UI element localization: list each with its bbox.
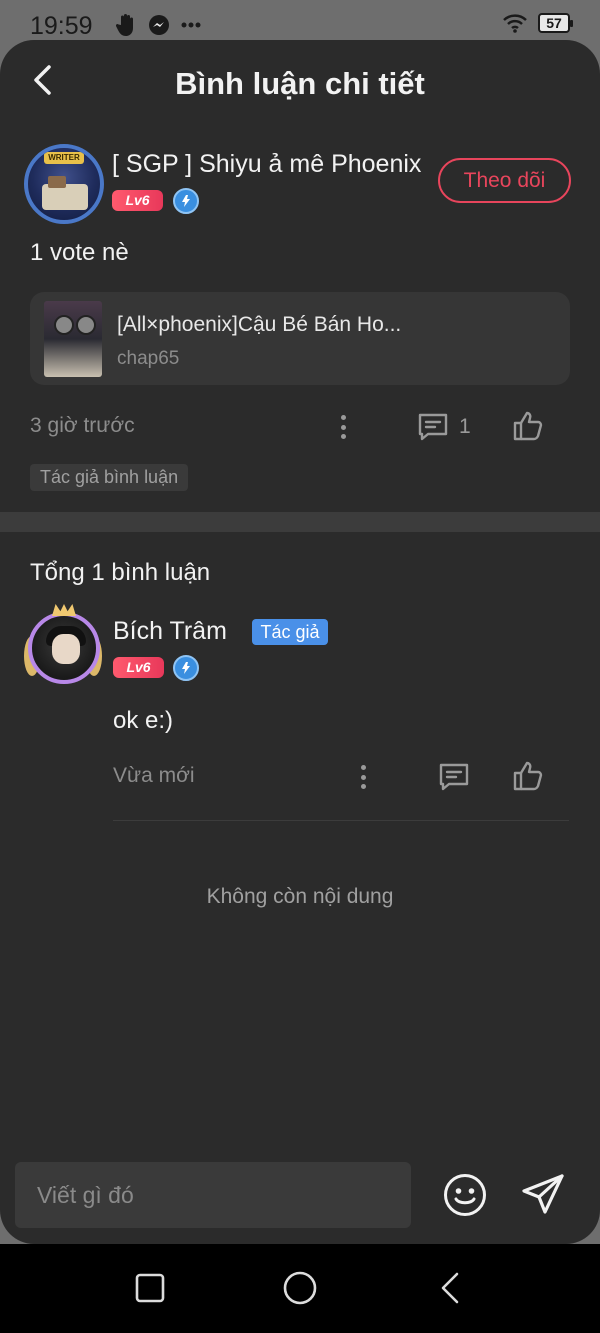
triangle-back-icon	[441, 1272, 459, 1304]
user-name[interactable]: [ SGP ] Shiyu ả mê Phoenix	[112, 150, 421, 179]
author-badge: Tác giả	[252, 619, 328, 645]
reply-meta-row: Vừa mới	[0, 756, 600, 796]
book-title: [All×phoenix]Cậu Bé Bán Ho...	[117, 313, 402, 336]
circle-icon	[283, 1271, 317, 1305]
follow-button[interactable]: Theo dõi	[438, 158, 571, 203]
more-options-icon[interactable]	[353, 762, 373, 792]
comment-input[interactable]	[15, 1162, 411, 1228]
emoji-icon[interactable]	[442, 1172, 488, 1218]
more-options-icon[interactable]	[333, 412, 353, 442]
total-comments-label: Tổng 1 bình luận	[30, 559, 211, 586]
reply-text: ok e:)	[113, 707, 174, 734]
reply-icon[interactable]	[437, 760, 471, 794]
comment-time: 3 giờ trước	[30, 414, 135, 437]
reply-count: 1	[459, 415, 471, 438]
send-icon[interactable]	[520, 1172, 566, 1218]
crown-icon	[52, 604, 76, 616]
reply-user-name[interactable]: Bích Trâm	[113, 617, 227, 646]
system-nav-bar	[0, 1244, 600, 1333]
reply-icon[interactable]	[416, 410, 450, 444]
comment-input-bar	[0, 1150, 600, 1244]
reply-time: Vừa mới	[113, 764, 195, 787]
verified-icon	[173, 188, 199, 214]
writer-frame-icon: WRITER	[44, 152, 84, 164]
hand-icon	[116, 14, 133, 36]
app-window: Bình luận chi tiết WRITER [ SGP ] Shiyu …	[0, 40, 600, 1244]
thumbs-up-icon[interactable]	[511, 409, 545, 443]
avatar[interactable]: WRITER	[24, 144, 104, 224]
status-time: 19:59	[30, 12, 93, 40]
level-badge: Lv6	[113, 657, 164, 678]
end-of-content-label: Không còn nội dung	[206, 885, 394, 908]
system-back-button[interactable]	[432, 1270, 468, 1306]
battery-icon: 57	[538, 13, 573, 33]
book-chapter: chap65	[117, 348, 180, 369]
home-button[interactable]	[282, 1270, 318, 1306]
books-icon	[42, 176, 88, 210]
author-comment-tag: Tác giả bình luận	[30, 464, 189, 491]
level-badge: Lv6	[112, 190, 163, 211]
book-card[interactable]: [All×phoenix]Cậu Bé Bán Ho... chap65	[30, 292, 570, 385]
section-divider	[0, 512, 600, 532]
more-dots-icon	[181, 22, 201, 28]
page-title: Bình luận chi tiết	[175, 66, 425, 101]
header: Bình luận chi tiết	[0, 40, 600, 126]
recents-button[interactable]	[132, 1270, 168, 1306]
thumbs-up-icon[interactable]	[511, 759, 545, 793]
status-bar: 19:59 57	[0, 0, 600, 44]
messenger-icon	[149, 15, 169, 35]
reply-divider	[113, 820, 569, 821]
comment-meta-row: 3 giờ trước 1	[0, 406, 600, 446]
avatar[interactable]	[28, 612, 100, 684]
wifi-icon	[503, 14, 527, 33]
square-icon	[135, 1273, 165, 1303]
verified-icon	[173, 655, 199, 681]
book-cover	[44, 301, 102, 377]
comment-text: 1 vote nè	[30, 239, 129, 266]
